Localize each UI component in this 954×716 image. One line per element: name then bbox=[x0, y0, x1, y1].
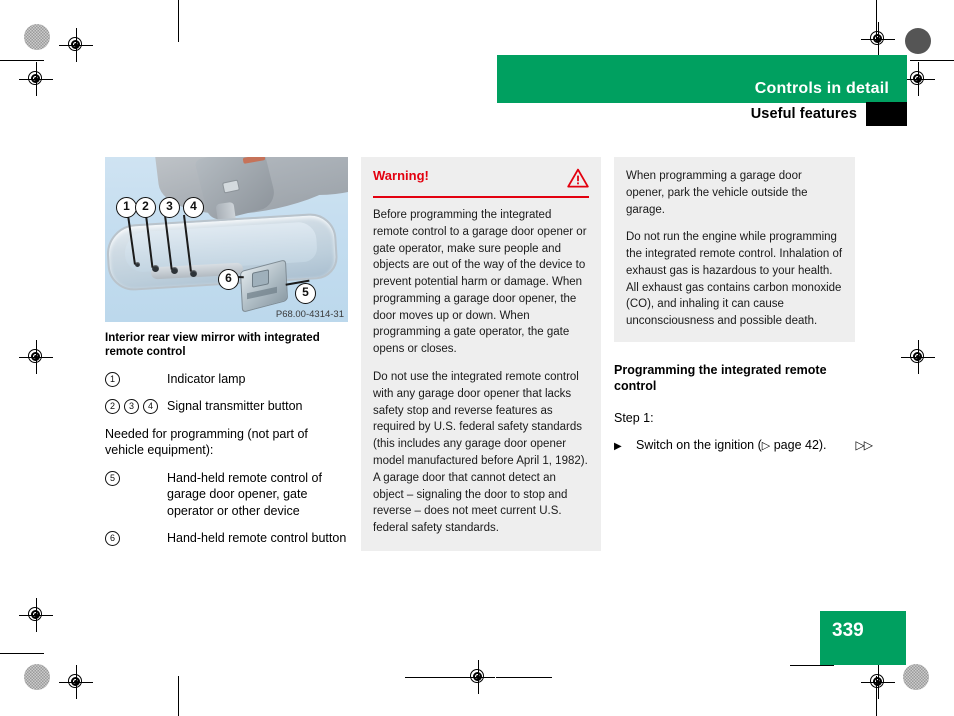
warning-title: Warning! bbox=[373, 168, 429, 183]
callout-4: 4 bbox=[183, 197, 204, 218]
trim-line-bottom-right-horizontal bbox=[790, 665, 834, 666]
legend-label: Indicator lamp bbox=[167, 371, 246, 386]
legend-item: 1 Indicator lamp bbox=[105, 371, 348, 388]
registration-target-top-left-outer bbox=[19, 62, 53, 96]
halftone-dot-bottom-right bbox=[903, 664, 929, 690]
column-warning: Warning! Before programming the integrat… bbox=[361, 157, 601, 551]
legend-label: Hand-held remote control of garage door … bbox=[167, 470, 322, 518]
callout-6: 6 bbox=[218, 269, 239, 290]
callout-5: 5 bbox=[295, 283, 316, 304]
registration-target-mid-right bbox=[901, 340, 935, 374]
warning-box: Warning! Before programming the integrat… bbox=[361, 157, 601, 551]
legend-item: 2 3 4 Signal transmitter button bbox=[105, 398, 348, 415]
step-text: Switch on the ignition (▷ page 42). bbox=[636, 438, 856, 452]
registration-target-bottom-left-outer bbox=[19, 598, 53, 632]
thumb-index-marker bbox=[866, 102, 907, 126]
trim-line-bottom-center-right bbox=[496, 677, 552, 678]
trim-line-left-top-horizontal bbox=[0, 60, 44, 61]
transmitter-button-1-shape bbox=[152, 265, 159, 272]
trim-line-bottom-center-left bbox=[405, 677, 461, 678]
halftone-dot-bottom-left bbox=[24, 664, 50, 690]
registration-target-bottom-right-inner bbox=[861, 665, 895, 699]
registration-target-top-left-inner bbox=[59, 28, 93, 62]
legend-key-5: 5 bbox=[105, 470, 120, 486]
column-illustration: 1 2 3 4 6 5 P68.00-4314-31 Interior rear… bbox=[105, 157, 348, 558]
page-number: 339 bbox=[832, 620, 864, 641]
figure-code: P68.00-4314-31 bbox=[275, 309, 344, 320]
legend-label: Hand-held remote control button bbox=[167, 531, 347, 546]
page-header-bar: Controls in detail bbox=[497, 55, 907, 103]
trim-line-bottom-right-vertical bbox=[876, 676, 877, 716]
warning-header: Warning! bbox=[373, 168, 589, 188]
legend-item: 6 Hand-held remote control button bbox=[105, 530, 348, 547]
legend-note: Needed for programming (not part of vehi… bbox=[105, 426, 308, 458]
legend-keys: 6 bbox=[105, 530, 167, 547]
step-bullet-icon: ▶ bbox=[614, 440, 622, 452]
callout-2: 2 bbox=[135, 197, 156, 218]
trim-line-left-bottom-horizontal bbox=[0, 653, 44, 654]
cross-reference-text: page 42). bbox=[770, 437, 827, 452]
cross-reference-arrow-icon: ▷ bbox=[761, 439, 771, 452]
legend-key-3: 3 bbox=[124, 399, 139, 415]
step-item: ▶ Switch on the ignition (▷ page 42). ▷▷ bbox=[614, 437, 873, 452]
registration-target-bottom-center bbox=[461, 660, 495, 694]
trim-line-top-right-vertical bbox=[876, 0, 877, 42]
page-number-box: 339 bbox=[820, 611, 906, 665]
legend-keys: 5 bbox=[105, 470, 167, 520]
legend-item: 5 Hand-held remote control of garage doo… bbox=[105, 470, 348, 520]
step-label: Step 1: bbox=[614, 410, 654, 425]
step-text-main: Switch on the ignition ( bbox=[636, 437, 762, 452]
column-procedure: When programming a garage door opener, p… bbox=[614, 157, 879, 452]
note-paragraph: When programming a garage door opener, p… bbox=[626, 170, 808, 216]
trim-line-bottom-left-vertical bbox=[178, 676, 179, 716]
warning-paragraph: Do not use the integrated remote control… bbox=[373, 371, 588, 535]
section-heading: Programming the integrated remote contro… bbox=[614, 363, 827, 394]
callout-1: 1 bbox=[116, 197, 137, 218]
halftone-dot-top-right bbox=[905, 28, 931, 54]
registration-target-top-right-inner bbox=[861, 22, 895, 56]
warning-paragraph: Before programming the integrated remote… bbox=[373, 209, 587, 356]
legend-key-1: 1 bbox=[105, 371, 120, 387]
warning-divider bbox=[373, 196, 589, 198]
warning-triangle-icon bbox=[567, 168, 589, 188]
callout-3: 3 bbox=[159, 197, 180, 218]
note-paragraph: Do not run the engine while programming … bbox=[626, 231, 843, 328]
indicator-lamp-shape bbox=[135, 262, 140, 267]
legend-label: Signal transmitter button bbox=[167, 399, 303, 414]
mirror-illustration: 1 2 3 4 6 5 P68.00-4314-31 bbox=[105, 157, 348, 322]
page-subtitle: Useful features bbox=[750, 106, 857, 122]
legend-key-2: 2 bbox=[105, 399, 120, 415]
trim-line-top-left-vertical bbox=[178, 0, 179, 42]
legend-keys: 2 3 4 bbox=[105, 398, 167, 415]
figure-legend: 1 Indicator lamp 2 3 4 Signal transmitte… bbox=[105, 371, 348, 547]
legend-keys: 1 bbox=[105, 371, 167, 388]
registration-target-mid-left bbox=[19, 340, 53, 374]
legend-key-6: 6 bbox=[105, 531, 120, 547]
page-title: Controls in detail bbox=[754, 80, 889, 97]
registration-target-bottom-left-inner bbox=[59, 665, 93, 699]
note-box: When programming a garage door opener, p… bbox=[614, 157, 855, 343]
continuation-arrows-icon: ▷▷ bbox=[855, 437, 873, 452]
figure-caption: Interior rear view mirror with integrate… bbox=[105, 332, 320, 359]
halftone-dot-top-left bbox=[24, 24, 50, 50]
trim-line-right-top-horizontal bbox=[910, 60, 954, 61]
legend-key-4: 4 bbox=[143, 399, 158, 415]
